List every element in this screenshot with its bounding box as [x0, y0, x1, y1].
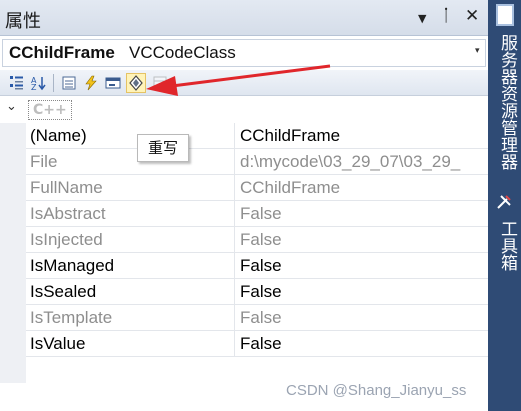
- annotation-arrow-shaft: [171, 64, 331, 88]
- annotation-arrow-head: [146, 76, 178, 96]
- watermark: CSDN @Shang_Jianyu_ss: [286, 382, 467, 399]
- annotation-arrow: [146, 64, 331, 96]
